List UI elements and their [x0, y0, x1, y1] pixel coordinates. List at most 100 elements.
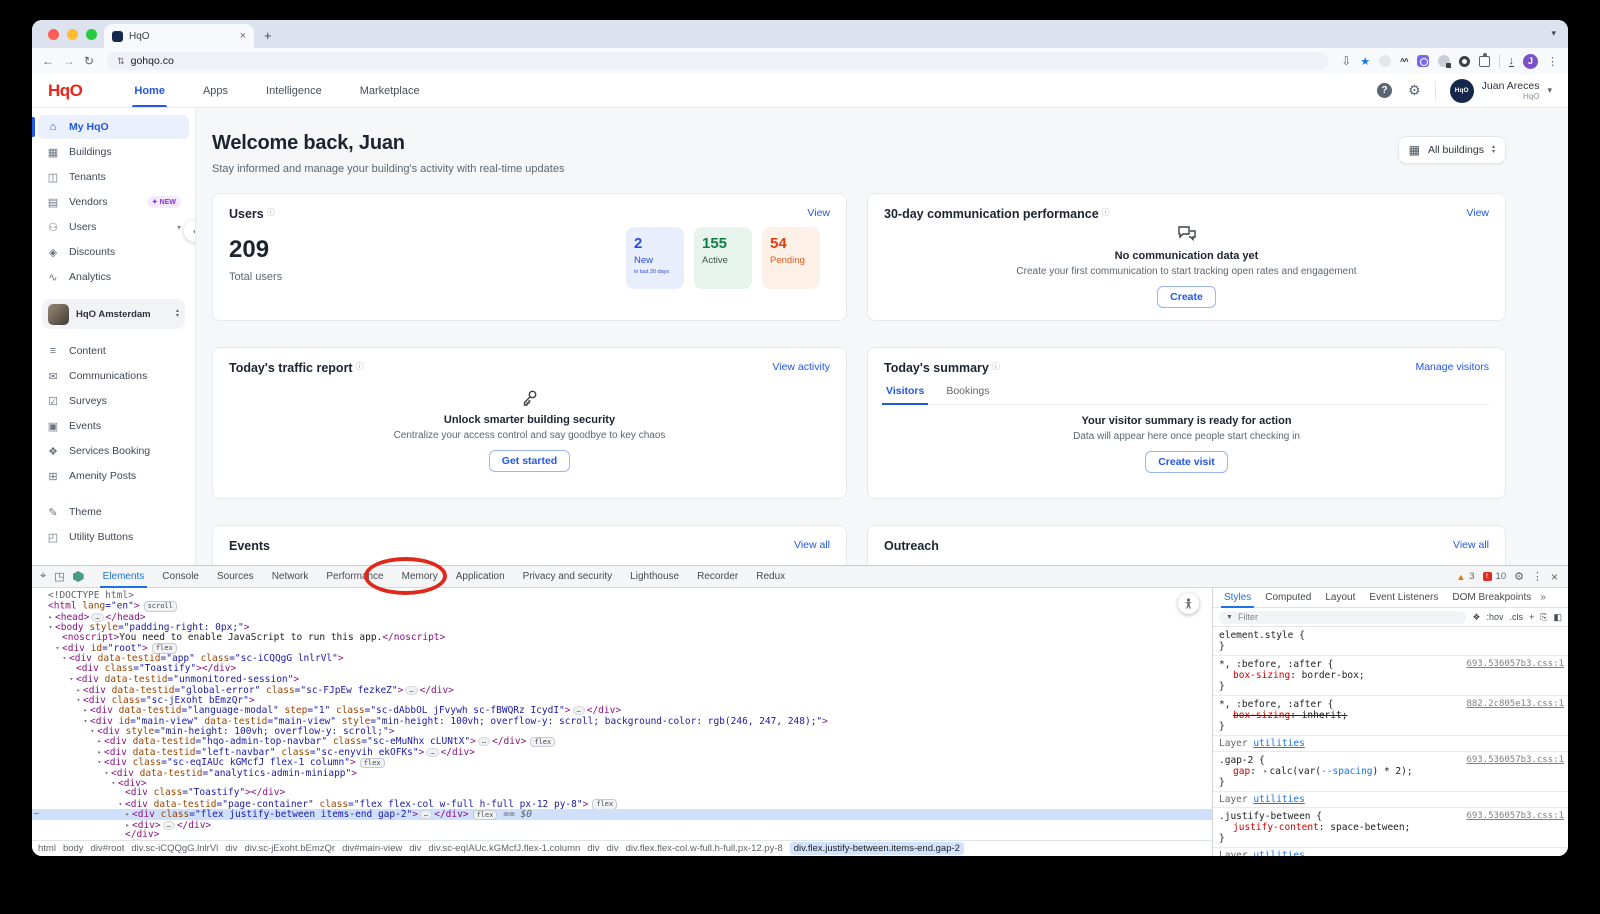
extension-peaks-icon[interactable]: ^^ — [1400, 57, 1407, 66]
devtools-tab-sources[interactable]: Sources — [208, 566, 263, 588]
breadcrumb-item[interactable]: div — [409, 843, 421, 854]
tab-visitors[interactable]: Visitors — [886, 385, 924, 404]
collapsed-arrow-icon[interactable]: ▸ — [95, 736, 104, 746]
outreach-view-all-link[interactable]: View all — [1453, 539, 1489, 551]
sidebar-item-utility-buttons[interactable]: ◰Utility Buttons — [38, 525, 189, 549]
settings-gear-icon[interactable]: ⚙ — [1408, 82, 1421, 99]
sidebar-item-communications[interactable]: ✉Communications — [38, 364, 189, 388]
stylesheet-source-link[interactable]: 693.536057b3.css:1 — [1466, 659, 1564, 670]
breadcrumb-item[interactable]: div#root — [91, 843, 125, 854]
sidebar-item-amenity-posts[interactable]: ⊞Amenity Posts — [38, 464, 189, 488]
extension-icon[interactable] — [1379, 55, 1391, 67]
devtools-tab-elements[interactable]: Elements — [94, 566, 154, 588]
expand-ellipsis-button[interactable]: … — [426, 748, 438, 757]
sidebar-item-events[interactable]: ▣Events — [38, 414, 189, 438]
breadcrumb-item[interactable]: div — [587, 843, 599, 854]
collapsed-arrow-icon[interactable]: ▸ — [74, 685, 83, 695]
communication-view-link[interactable]: View — [1466, 207, 1489, 219]
dom-tree-line[interactable]: ▾<div class="sc-jExoht bEmzQr"> — [32, 695, 1212, 705]
breadcrumb-item[interactable]: div#main-view — [342, 843, 402, 854]
dom-tree-line[interactable]: </div> — [32, 830, 1212, 840]
devtools-menu-icon[interactable]: ⋮ — [1532, 570, 1543, 583]
get-started-button[interactable]: Get started — [489, 450, 570, 472]
expanded-arrow-icon[interactable]: ▾ — [74, 695, 83, 705]
styles-filter-input[interactable]: ▼ Filter — [1219, 611, 1466, 624]
collapsed-arrow-icon[interactable]: ▸ — [95, 747, 104, 757]
dom-tree-line[interactable]: ▸<head>…</head> — [32, 612, 1212, 622]
devtools-settings-icon[interactable]: ⚙ — [1514, 570, 1524, 583]
row-actions-icon[interactable]: ⋯ — [34, 809, 39, 819]
downloads-icon[interactable]: ↓ — [1509, 56, 1515, 67]
devtools-tab-privacy-and-security[interactable]: Privacy and security — [514, 566, 621, 588]
expanded-arrow-icon[interactable]: ▾ — [60, 653, 69, 663]
create-communication-button[interactable]: Create — [1157, 286, 1216, 308]
dom-tree-line[interactable]: <html lang="en">scroll — [32, 601, 1212, 611]
expand-ellipsis-button[interactable]: … — [420, 810, 432, 819]
close-window-button[interactable] — [48, 29, 59, 40]
layer-utilities-link[interactable]: utilities — [1253, 738, 1304, 749]
dom-tree-line[interactable]: ▸<div data-testid="language-modal" step=… — [32, 705, 1212, 715]
expanded-arrow-icon[interactable]: ▾ — [53, 643, 62, 653]
tab-search-chevron-icon[interactable]: ▾ — [1551, 28, 1556, 39]
site-settings-icon[interactable]: ⇅ — [117, 56, 124, 67]
dom-tree-line[interactable]: ▾<div id="main-view" data-testid="main-v… — [32, 716, 1212, 726]
styles-tab-styles[interactable]: Styles — [1217, 588, 1258, 608]
collapsed-arrow-icon[interactable]: ▸ — [81, 705, 90, 715]
breadcrumb-item[interactable]: div — [225, 843, 237, 854]
styles-tab-layout[interactable]: Layout — [1318, 588, 1362, 608]
create-visit-button[interactable]: Create visit — [1145, 451, 1228, 473]
sidebar-item-surveys[interactable]: ☑Surveys — [38, 389, 189, 413]
styles-tab-dom-breakpoints[interactable]: DOM Breakpoints — [1445, 588, 1538, 608]
breadcrumb-item[interactable]: html — [38, 843, 56, 854]
sidebar-item-analytics[interactable]: ∿Analytics — [38, 265, 189, 289]
breadcrumb-item[interactable]: div.flex.justify-between.items-end.gap-2 — [790, 842, 964, 855]
dom-tree-line[interactable]: ▾<div id="root">flex — [32, 643, 1212, 653]
sidebar-toggle-icon[interactable]: ◧ — [1553, 612, 1562, 623]
back-icon[interactable]: ← — [42, 55, 54, 67]
copy-styles-icon[interactable]: ⎘ — [1540, 612, 1547, 623]
devtools-tab-application[interactable]: Application — [447, 566, 514, 588]
dom-tree-line[interactable]: ▸<div data-testid="hqo-admin-top-navbar"… — [32, 736, 1212, 746]
browser-profile-avatar[interactable]: J — [1523, 54, 1538, 69]
breadcrumb-item[interactable]: div.sc-jExoht.bEmzQr — [244, 843, 335, 854]
nav-item-intelligence[interactable]: Intelligence — [254, 74, 334, 107]
dom-tree-line[interactable]: <!DOCTYPE html> — [32, 591, 1212, 601]
breadcrumb-item[interactable]: div.flex.flex-col.w-full.h-full.px-12.py… — [626, 843, 783, 854]
sidebar-item-my-hqo[interactable]: ⌂My HqO — [38, 115, 189, 139]
info-icon[interactable]: ⓘ — [992, 361, 1000, 372]
info-icon[interactable]: ⓘ — [267, 207, 275, 218]
expand-ellipsis-button[interactable]: … — [91, 613, 103, 622]
nav-item-home[interactable]: Home — [122, 74, 177, 107]
all-buildings-filter[interactable]: ▦ All buildings ▴▾ — [1398, 136, 1506, 164]
styles-tab-computed[interactable]: Computed — [1258, 588, 1318, 608]
user-avatar[interactable]: HqO — [1450, 79, 1474, 103]
hqo-logo[interactable]: HqO — [48, 81, 82, 101]
extension-lock-icon[interactable] — [1438, 55, 1450, 67]
layer-utilities-link[interactable]: utilities — [1253, 850, 1304, 856]
expanded-arrow-icon[interactable]: ▾ — [109, 778, 118, 788]
dom-tree-line[interactable]: <div class="Toastify"></div> — [32, 664, 1212, 674]
forward-icon[interactable]: → — [63, 55, 75, 67]
collapsed-arrow-icon[interactable]: ▸ — [46, 612, 55, 622]
sidebar-item-users[interactable]: ⚇Users▾ — [38, 215, 189, 239]
extensions-puzzle-icon[interactable] — [1479, 56, 1490, 67]
dom-tree-line[interactable]: ▸<div data-testid="global-error" class="… — [32, 685, 1212, 695]
info-icon[interactable]: ⓘ — [1102, 207, 1110, 218]
expand-ellipsis-button[interactable]: … — [405, 686, 417, 695]
devtools-tab-recorder[interactable]: Recorder — [688, 566, 747, 588]
maximize-window-button[interactable] — [86, 29, 97, 40]
styles-tab-event-listeners[interactable]: Event Listeners — [1362, 588, 1445, 608]
extension-gear-icon[interactable] — [1459, 56, 1470, 67]
layer-utilities-link[interactable]: utilities — [1253, 794, 1304, 805]
manage-visitors-link[interactable]: Manage visitors — [1415, 361, 1489, 373]
dom-tree-line[interactable]: ▸<div>…</div> — [32, 820, 1212, 830]
dom-tree-line[interactable]: <div class="Toastify"></div> — [32, 788, 1212, 798]
expand-value-icon[interactable]: ▸ — [1264, 767, 1268, 775]
dom-tree-line[interactable]: <noscript>You need to enable JavaScript … — [32, 633, 1212, 643]
devtools-close-icon[interactable]: × — [1551, 570, 1558, 584]
css-rule[interactable]: 693.536057b3.css:1.justify-between {just… — [1213, 808, 1568, 848]
expanded-arrow-icon[interactable]: ▾ — [81, 716, 90, 726]
stylesheet-source-link[interactable]: 693.536057b3.css:1 — [1466, 811, 1564, 822]
nav-item-apps[interactable]: Apps — [191, 74, 240, 107]
css-rule[interactable]: 882.2c805e13.css:1*, :before, :after {bo… — [1213, 696, 1568, 736]
